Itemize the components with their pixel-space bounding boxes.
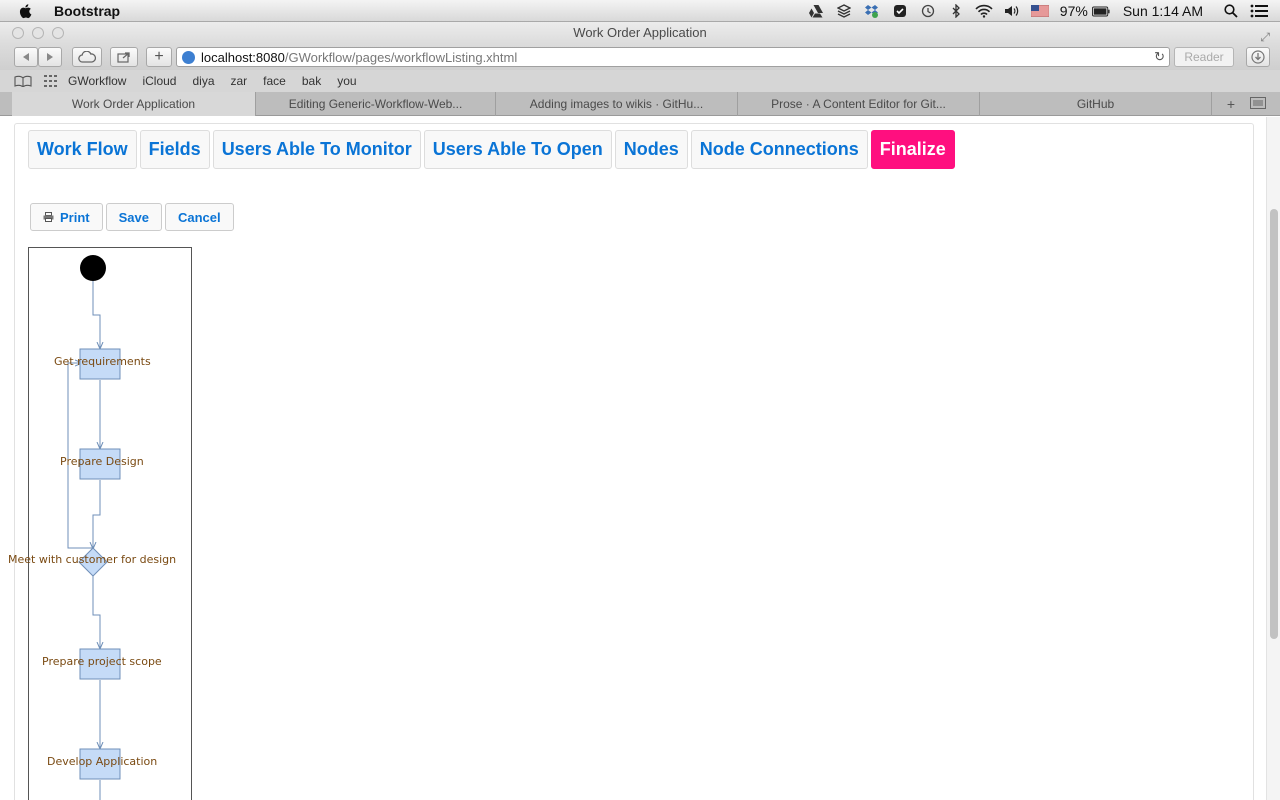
share-button[interactable]: [110, 47, 138, 67]
reading-list-icon[interactable]: [14, 75, 32, 87]
zoom-window-button[interactable]: [52, 27, 64, 39]
notification-center-icon[interactable]: [1250, 3, 1268, 19]
action-buttons: Print Save Cancel: [30, 203, 237, 231]
bookmark-item[interactable]: you: [337, 74, 356, 88]
minimize-window-button[interactable]: [32, 27, 44, 39]
bookmark-item[interactable]: face: [263, 74, 286, 88]
download-icon: [1251, 50, 1265, 64]
globe-icon: [182, 50, 195, 64]
new-tab-button[interactable]: +: [146, 47, 172, 67]
spotlight-search-icon[interactable]: [1222, 3, 1240, 19]
url-path: /GWorkflow/pages/workflowListing.xhtml: [284, 49, 518, 65]
volume-icon[interactable]: [1003, 3, 1021, 19]
icloud-tabs-button[interactable]: [72, 47, 102, 67]
tab-fields[interactable]: Fields: [139, 130, 210, 169]
tab-nodes[interactable]: Nodes: [614, 130, 688, 169]
bookmark-item[interactable]: zar: [231, 74, 248, 88]
bookmark-item[interactable]: diya: [192, 74, 214, 88]
bookmark-item[interactable]: GWorkflow: [68, 74, 126, 88]
share-icon: [117, 52, 130, 63]
window-title-bar: Work Order Application ⤢: [0, 22, 1280, 44]
connector-start-to-requirements: [92, 281, 100, 348]
print-button[interactable]: Print: [30, 203, 103, 231]
browser-tab-github[interactable]: GitHub: [980, 92, 1212, 116]
google-drive-icon[interactable]: [807, 3, 825, 19]
browser-tab-work-order[interactable]: Work Order Application: [12, 92, 256, 116]
dropbox-icon[interactable]: [863, 3, 881, 19]
print-label: Print: [60, 209, 90, 225]
back-arrow-icon: [23, 53, 29, 61]
node-label-prepare-design: Prepare Design: [60, 455, 144, 468]
tab-overview-icon[interactable]: [1250, 97, 1274, 111]
reload-icon[interactable]: ↻: [1154, 49, 1165, 65]
node-label-meet-customer: Meet with customer for design: [8, 553, 177, 566]
tab-work-flow[interactable]: Work Flow: [28, 130, 137, 169]
tab-users-able-to-monitor[interactable]: Users Able To Monitor: [212, 130, 421, 169]
start-node: [80, 255, 106, 281]
cloud-icon: [78, 51, 96, 63]
top-sites-icon[interactable]: [44, 75, 58, 87]
downloads-button[interactable]: [1246, 47, 1270, 67]
back-button[interactable]: [14, 47, 38, 67]
layers-icon[interactable]: [835, 3, 853, 19]
workflow-canvas: [67, 255, 121, 800]
us-flag-icon[interactable]: [1030, 3, 1049, 19]
status-menus: 97% Sun 1:14 AM: [802, 0, 1280, 22]
add-tab-icon[interactable]: +: [1218, 92, 1244, 116]
node-label-get-requirements: Get requirements: [54, 355, 151, 368]
wifi-icon[interactable]: [975, 3, 993, 19]
bookmarks-bar: GWorkflow iCloud diya zar face bak you: [0, 70, 1280, 92]
os-menu-bar: Bootstrap 97% Sun 1:14 AM: [0, 0, 1280, 22]
tab-node-connections[interactable]: Node Connections: [690, 130, 868, 169]
apple-icon[interactable]: [18, 3, 34, 19]
plus-icon: +: [154, 48, 164, 65]
node-label-prepare-scope: Prepare project scope: [42, 655, 162, 668]
window-title: Work Order Application: [573, 25, 707, 40]
address-bar[interactable]: localhost:8080 /GWorkflow/pages/workflow…: [176, 47, 1170, 67]
close-window-button[interactable]: [12, 27, 24, 39]
checkmark-shield-icon[interactable]: [891, 3, 909, 19]
printer-icon: [43, 212, 54, 222]
browser-tab-adding-images[interactable]: Adding images to wikis · GitHu...: [496, 92, 738, 116]
menu-clock[interactable]: Sun 1:14 AM: [1123, 3, 1203, 19]
browser-toolbar: + localhost:8080 /GWorkflow/pages/workfl…: [0, 44, 1280, 70]
connector-design-to-meeting: [93, 480, 101, 548]
cancel-button[interactable]: Cancel: [165, 203, 234, 231]
bookmark-item[interactable]: iCloud: [142, 74, 176, 88]
reader-button[interactable]: Reader: [1174, 47, 1234, 67]
browser-tab-editing-workflow[interactable]: Editing Generic-Workflow-Web...: [256, 92, 496, 116]
connector-meeting-to-scope: [92, 576, 100, 648]
node-label-develop-application: Develop Application: [47, 755, 158, 768]
page-scrollbar[interactable]: [1266, 117, 1280, 800]
forward-arrow-icon: [47, 53, 53, 61]
scrollbar-thumb[interactable]: [1270, 209, 1278, 639]
window-controls: [12, 27, 64, 39]
battery-percent[interactable]: 97%: [1060, 3, 1088, 19]
tab-finalize[interactable]: Finalize: [870, 130, 955, 169]
tab-users-able-to-open[interactable]: Users Able To Open: [423, 130, 612, 169]
bluetooth-icon[interactable]: [947, 3, 965, 19]
browser-tab-bar: Work Order Application Editing Generic-W…: [0, 92, 1280, 116]
save-button[interactable]: Save: [105, 203, 162, 231]
workflow-diagram: Get requirements Prepare Design Meet wit…: [8, 247, 192, 800]
url-host: localhost:8080: [201, 49, 285, 65]
workflow-nav-tabs: Work Flow Fields Users Able To Monitor U…: [28, 130, 958, 170]
forward-button[interactable]: [38, 47, 62, 67]
active-app-name[interactable]: Bootstrap: [54, 3, 120, 19]
bookmark-item[interactable]: bak: [302, 74, 321, 88]
browser-tab-prose[interactable]: Prose · A Content Editor for Git...: [738, 92, 980, 116]
battery-icon[interactable]: [1091, 3, 1110, 19]
time-machine-icon[interactable]: [919, 3, 937, 19]
